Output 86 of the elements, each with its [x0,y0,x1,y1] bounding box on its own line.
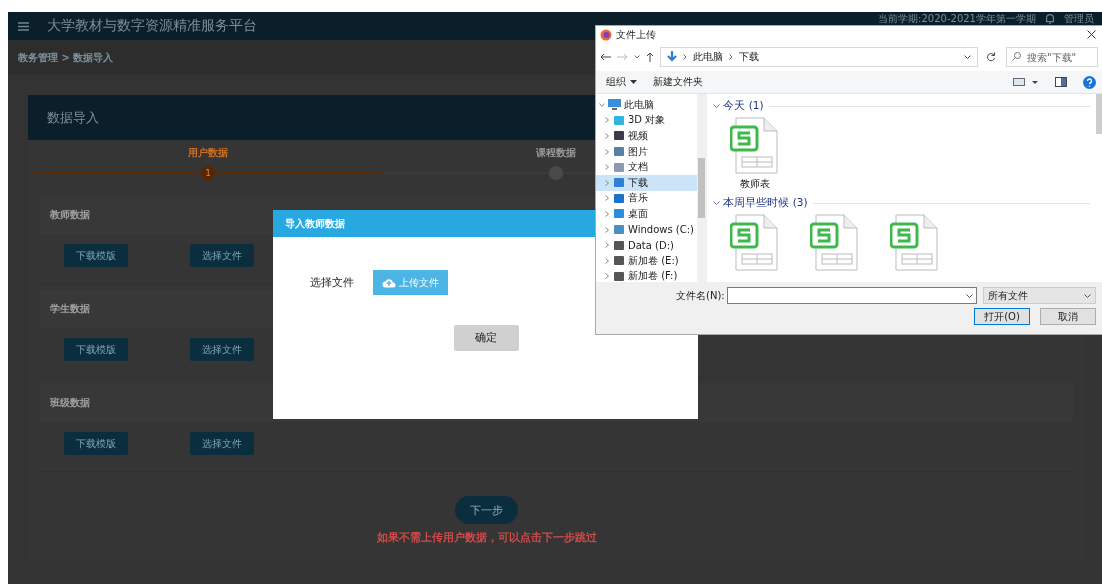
chevron-icon [604,179,610,186]
preview-pane-icon[interactable] [1055,77,1067,87]
section-title: 班级数据 [50,396,90,410]
chevron-icon [604,210,610,217]
chevron-icon [713,200,720,206]
cancel-button[interactable]: 取消 [1040,308,1096,325]
spreadsheet-file-icon[interactable] [730,117,780,175]
tree-item[interactable]: 此电脑 [596,97,697,113]
app-title: 大学教材与数字资源精准服务平台 [47,17,257,35]
confirm-button[interactable]: 确定 [453,325,519,351]
breadcrumb: 教务管理 > 数据导入 [18,50,114,65]
chevron-icon [599,101,605,108]
group-header[interactable]: 本周早些时候 (3) [713,196,808,210]
open-button[interactable]: 打开(O) [974,308,1030,325]
chevron-icon [683,54,687,60]
chevron-icon [604,226,610,233]
group-header[interactable]: 今天 (1) [713,99,764,113]
browser-icon [600,28,612,41]
computer-icon [608,99,621,111]
tree-item[interactable]: 文档 [596,159,697,175]
tree-item[interactable]: 音乐 [596,190,697,207]
semester-label: 当前学期:2020-2021学年第一学期 [878,11,1036,26]
tree-item[interactable]: 下载 [596,174,697,191]
section-title: 学生数据 [50,302,90,316]
up-arrow-icon[interactable] [646,52,654,62]
tree-item[interactable]: Windows (C:) [596,221,697,238]
chevron-icon [604,273,610,280]
chevron-icon [604,242,610,249]
spreadsheet-file-icon[interactable] [890,214,940,272]
chevron-icon [604,195,610,202]
chevron-icon [604,148,610,155]
close-icon[interactable] [1087,30,1096,39]
scrollbar[interactable] [697,94,706,282]
spreadsheet-file-icon[interactable] [730,214,780,272]
tree-item[interactable]: 新加卷 (E:) [596,252,697,269]
tree-item[interactable]: 图片 [596,143,697,160]
file-name-field[interactable] [726,287,977,304]
spreadsheet-file-icon[interactable] [810,214,860,272]
file-type-dropdown[interactable]: 所有文件 [982,287,1096,304]
tree-item[interactable]: 桌面 [596,206,697,222]
section-button[interactable]: 选择文件 [190,338,254,361]
tree-item[interactable]: 新加卷 (F:) [596,268,697,282]
section-button[interactable]: 选择文件 [190,244,254,267]
back-arrow-icon[interactable] [600,53,611,61]
section-button[interactable]: 选择文件 [190,432,254,455]
toolbar-button[interactable]: 新建文件夹 [653,75,703,89]
refresh-icon[interactable] [986,52,996,62]
dropdown-icon[interactable] [964,55,971,59]
chevron-icon [604,117,610,124]
help-icon[interactable] [1083,75,1096,89]
hint-text: 如果不需上传用户数据，可以点击下一步跳过 [376,531,597,545]
chevron-icon [604,257,610,264]
path-segment[interactable]: 此电脑 [693,50,723,64]
scrollbar[interactable] [1096,94,1102,134]
next-button[interactable]: 下一步 [455,496,518,524]
chevron-icon [604,133,610,139]
caret-icon [630,80,637,84]
step-label: 用户数据 [188,146,228,160]
section-button[interactable]: 下载模版 [64,244,128,267]
section-button[interactable]: 下载模版 [64,338,128,361]
step-label: 课程数据 [535,146,576,160]
dropdown-icon [1084,293,1091,298]
cloud-upload-icon [382,277,396,288]
section-title: 教师数据 [50,208,90,222]
file-label: 选择文件 [310,275,354,290]
step-marker: 1 [201,166,215,180]
tree-item[interactable]: Data (D:) [596,237,697,253]
menu-icon[interactable] [18,21,29,31]
dialog-title: 文件上传 [616,27,656,42]
file-name-label: 文件名(N): [676,288,725,303]
view-options-icon[interactable] [1013,77,1039,87]
bell-icon[interactable] [1044,12,1056,25]
dialog-title: 导入教师数据 [285,216,345,231]
caret-icon[interactable] [634,55,640,59]
dropdown-icon [965,293,973,298]
search-field[interactable]: 搜索"下载" [1006,47,1098,67]
chevron-icon [713,103,720,109]
chevron-icon [604,164,610,171]
path-segment[interactable]: 下载 [739,50,759,64]
chevron-icon [729,54,733,60]
file-name[interactable]: 教师表 [740,177,770,191]
address-bar[interactable]: 此电脑 下载 [660,47,978,67]
section-button[interactable]: 下载模版 [64,432,128,455]
user-name[interactable]: 管理员 [1064,11,1094,26]
tree-item[interactable]: 3D 对象 [596,112,697,129]
organize-menu[interactable]: 组织 [606,75,637,89]
